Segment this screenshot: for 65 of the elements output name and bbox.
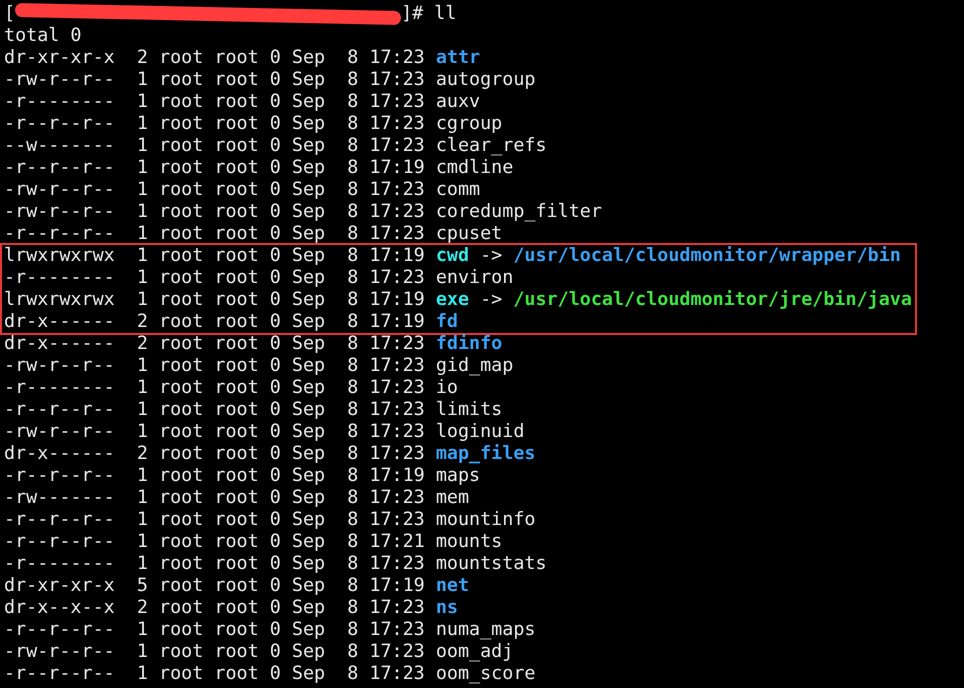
file-details: -r-------- 1 root root 0 Sep 8 17:23	[4, 553, 426, 575]
file-name: clear_refs	[436, 135, 547, 157]
file-name: map_files	[436, 443, 536, 465]
file-details: -rw-r--r-- 1 root root 0 Sep 8 17:23	[4, 179, 426, 201]
file-name: cmdline	[436, 157, 514, 179]
file-name: mountinfo	[436, 509, 536, 531]
file-name: maps	[436, 465, 480, 487]
file-details: -r-------- 1 root root 0 Sep 8 17:23	[4, 91, 426, 113]
file-name: loginuid	[436, 421, 524, 443]
file-details: dr-xr-xr-x 5 root root 0 Sep 8 17:19	[4, 575, 426, 597]
file-details: dr-x------ 2 root root 0 Sep 8 17:23	[4, 443, 426, 465]
link-target: /usr/local/cloudmonitor/jre/bin/java	[513, 289, 912, 311]
file-details: dr-x--x--x 2 root root 0 Sep 8 17:23	[4, 597, 426, 619]
file-name: cwd	[436, 245, 470, 267]
file-details: -r--r--r-- 1 root root 0 Sep 8 17:23	[4, 223, 426, 245]
file-details: -r--r--r-- 1 root root 0 Sep 8 17:19	[4, 157, 426, 179]
file-details: -r-------- 1 root root 0 Sep 8 17:23	[4, 267, 426, 289]
file-details: -rw-r--r-- 1 root root 0 Sep 8 17:23	[4, 69, 426, 91]
file-details: -rw-r--r-- 1 root root 0 Sep 8 17:23	[4, 201, 426, 223]
file-name: net	[436, 575, 470, 597]
file-name: numa_maps	[436, 619, 536, 641]
prompt-command: ]# ll	[401, 3, 456, 25]
file-name: coredump_filter	[436, 201, 602, 223]
file-details: -r--r--r-- 1 root root 0 Sep 8 17:23	[4, 509, 426, 531]
file-details: -r--r--r-- 1 root root 0 Sep 8 17:23	[4, 399, 426, 421]
file-name: ns	[436, 597, 458, 619]
file-name: gid_map	[436, 355, 514, 377]
file-name: mem	[436, 487, 470, 509]
file-name: environ	[436, 267, 514, 289]
file-name: attr	[436, 47, 480, 69]
file-name: auxv	[436, 91, 480, 113]
link-target: /usr/local/cloudmonitor/wrapper/bin	[513, 245, 901, 267]
file-details: -rw-r--r-- 1 root root 0 Sep 8 17:23	[4, 355, 426, 377]
file-name: oom_adj	[436, 641, 514, 663]
prompt-start: [	[4, 3, 16, 25]
file-name: fdinfo	[436, 333, 502, 355]
file-details: -r-------- 1 root root 0 Sep 8 17:23	[4, 377, 426, 399]
file-details: dr-x------ 2 root root 0 Sep 8 17:23	[4, 333, 426, 355]
file-name: io	[436, 377, 458, 399]
file-name: mounts	[436, 531, 502, 553]
link-arrow: ->	[480, 245, 502, 267]
file-name: limits	[436, 399, 502, 421]
file-name: oom_score	[436, 663, 536, 685]
file-details: dr-x------ 2 root root 0 Sep 8 17:19	[4, 311, 426, 333]
file-details: -r--r--r-- 1 root root 0 Sep 8 17:19	[4, 465, 426, 487]
file-details: lrwxrwxrwx 1 root root 0 Sep 8 17:19	[4, 245, 426, 267]
file-details: -r--r--r-- 1 root root 0 Sep 8 17:23	[4, 113, 426, 135]
file-details: dr-xr-xr-x 2 root root 0 Sep 8 17:23	[4, 47, 426, 69]
file-details: lrwxrwxrwx 1 root root 0 Sep 8 17:19	[4, 289, 426, 311]
total-line: total 0	[4, 25, 82, 47]
file-name: cpuset	[436, 223, 502, 245]
file-details: -rw-r--r-- 1 root root 0 Sep 8 17:23	[4, 641, 426, 663]
file-details: -r--r--r-- 1 root root 0 Sep 8 17:23	[4, 663, 426, 685]
file-name: autogroup	[436, 69, 536, 91]
file-name: mountstats	[436, 553, 547, 575]
file-name: fd	[436, 311, 458, 333]
file-details: --w------- 1 root root 0 Sep 8 17:23	[4, 135, 426, 157]
file-details: -rw-r--r-- 1 root root 0 Sep 8 17:23	[4, 421, 426, 443]
file-details: -r--r--r-- 1 root root 0 Sep 8 17:23	[4, 619, 426, 641]
link-arrow: ->	[480, 289, 502, 311]
file-details: -rw------- 1 root root 0 Sep 8 17:23	[4, 487, 426, 509]
file-name: cgroup	[436, 113, 502, 135]
file-name: exe	[436, 289, 470, 311]
file-name: comm	[436, 179, 480, 201]
file-details: -r--r--r-- 1 root root 0 Sep 8 17:21	[4, 531, 426, 553]
